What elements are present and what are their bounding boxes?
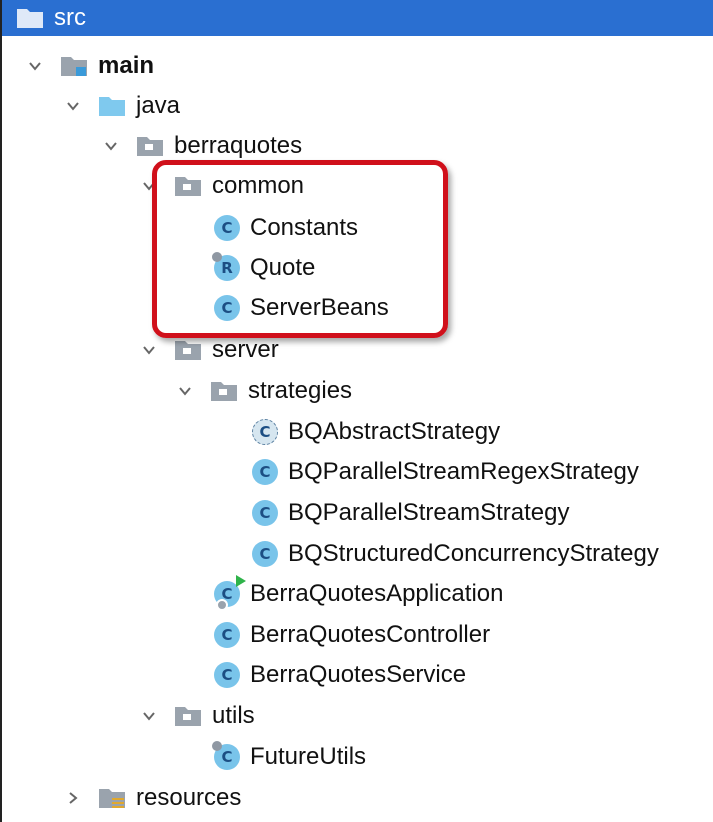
tree-item-label: resources (136, 784, 242, 811)
tree-item-berraquotesservice[interactable]: C BerraQuotesService (2, 655, 713, 695)
chevron-down-icon[interactable] (62, 95, 84, 117)
class-icon: C (214, 662, 240, 688)
package-icon (174, 339, 202, 361)
tree-item-utils[interactable]: utils (2, 696, 713, 736)
chevron-down-icon[interactable] (174, 380, 196, 402)
resources-folder-icon (98, 787, 126, 809)
tree-item-resources[interactable]: resources (2, 778, 713, 818)
chevron-down-icon[interactable] (138, 705, 160, 727)
package-icon (136, 135, 164, 157)
package-icon (174, 705, 202, 727)
class-icon: C (212, 741, 240, 770)
tree-item-java[interactable]: java (2, 86, 713, 126)
tree-item-bqabstractstrategy[interactable]: C BQAbstractStrategy (2, 412, 713, 452)
tree-item-src[interactable]: src (2, 0, 713, 36)
tree-item-label: java (136, 92, 181, 119)
tree-item-futureutils[interactable]: C FutureUtils (2, 737, 713, 777)
class-icon: C (252, 459, 278, 485)
tree-item-label: BQAbstractStrategy (288, 418, 501, 445)
tree-item-label: BerraQuotesApplication (250, 580, 504, 607)
chevron-down-icon[interactable] (100, 135, 122, 157)
chevron-down-icon[interactable] (24, 55, 46, 77)
tree-item-main[interactable]: main (2, 46, 713, 86)
tree-item-label: BQStructuredConcurrencyStrategy (288, 540, 659, 567)
abstract-class-icon: C (252, 419, 278, 445)
tree-item-label: berraquotes (174, 132, 303, 159)
tree-item-label: BerraQuotesController (250, 621, 491, 648)
tree-item-bqstructuredconcurrencystrategy[interactable]: C BQStructuredConcurrencyStrategy (2, 534, 713, 574)
spring-boot-app-icon: C (214, 575, 246, 611)
chevron-right-icon[interactable] (62, 787, 84, 809)
class-icon: C (252, 541, 278, 567)
tree-item-label: strategies (248, 377, 353, 404)
tree-item-bqparallelstreamregexstrategy[interactable]: C BQParallelStreamRegexStrategy (2, 452, 713, 492)
folder-icon (16, 7, 44, 29)
tree-item-strategies[interactable]: strategies (2, 371, 713, 411)
tree-item-label: src (54, 4, 86, 31)
source-folder-icon (98, 95, 126, 117)
tree-item-berraquotesapplication[interactable]: C BerraQuotesApplication (2, 574, 713, 614)
tree-item-label: BQParallelStreamRegexStrategy (288, 458, 639, 485)
class-icon: C (214, 622, 240, 648)
chevron-down-icon[interactable] (138, 339, 160, 361)
highlight-box (152, 160, 448, 338)
tree-item-label: FutureUtils (250, 743, 367, 770)
class-badge: C (221, 747, 233, 766)
tree-item-bqparallelstreamstrategy[interactable]: C BQParallelStreamStrategy (2, 493, 713, 533)
tree-item-label: utils (212, 702, 255, 729)
tree-item-label: BQParallelStreamStrategy (288, 499, 570, 526)
tree-item-berraquotescontroller[interactable]: C BerraQuotesController (2, 615, 713, 655)
source-folder-icon (60, 55, 88, 77)
package-icon (210, 380, 238, 402)
class-icon: C (252, 500, 278, 526)
tree-item-label: BerraQuotesService (250, 661, 467, 688)
tree-item-label: server (212, 336, 279, 363)
tree-item-label: main (98, 52, 155, 79)
project-tree: src main java berraquotes common C Const… (0, 0, 713, 822)
